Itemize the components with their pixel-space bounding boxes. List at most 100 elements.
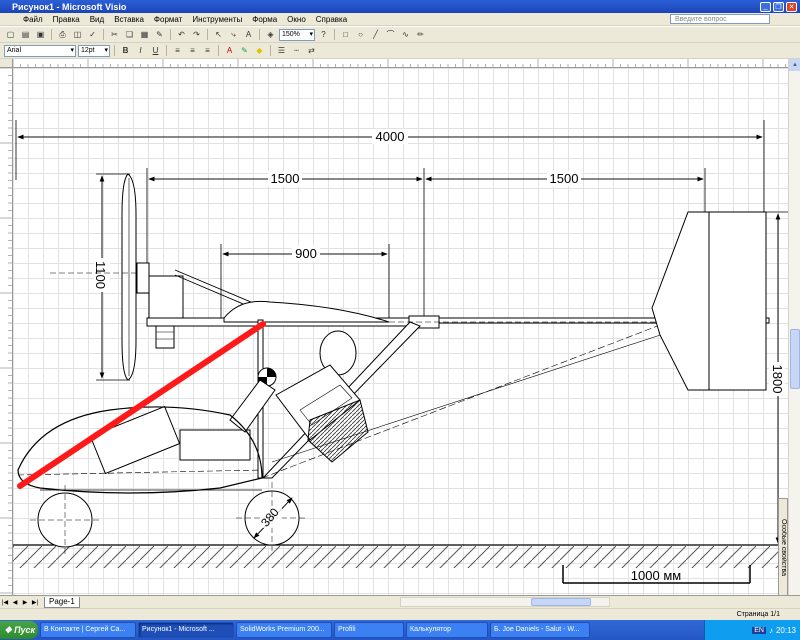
align-right-icon[interactable]: ≡ bbox=[201, 45, 214, 57]
spelling-icon[interactable]: ✓ bbox=[86, 29, 99, 41]
menu-edit[interactable]: Правка bbox=[48, 15, 85, 24]
start-button[interactable]: ❖ Пуск bbox=[0, 621, 38, 639]
autogyro-drawing: 4000 1500 1500 900 1100 1800 380 1000 мм bbox=[13, 120, 788, 584]
ground bbox=[13, 544, 788, 568]
taskbar-item-profili[interactable]: Profili bbox=[334, 622, 404, 638]
taskbar-item-solidworks[interactable]: SolidWorks Premium 200... bbox=[236, 622, 332, 638]
menu-tools[interactable]: Инструменты bbox=[187, 15, 247, 24]
dimension-tail-label: 1800 bbox=[770, 365, 785, 394]
title-bar: Рисунок1 - Microsoft Visio _ ❐ ✕ bbox=[0, 0, 800, 13]
bold-icon[interactable]: B bbox=[119, 45, 132, 57]
open-icon[interactable]: ▤ bbox=[19, 29, 32, 41]
dimension-total-label: 4000 bbox=[376, 129, 405, 144]
connector-tool-icon[interactable]: ⤷ bbox=[227, 29, 240, 41]
menu-insert[interactable]: Вставка bbox=[109, 15, 149, 24]
rotor-fairing bbox=[223, 300, 390, 323]
shapes-icon[interactable]: ◈ bbox=[264, 29, 277, 41]
standard-toolbar: ▢ ▤ ▣ ⎙ ◫ ✓ ✂ ❏ ▦ ✎ ↶ ↷ ↖ ⤷ A ◈ 150% ? □… bbox=[0, 27, 800, 43]
scroll-thumb[interactable] bbox=[790, 329, 800, 389]
line-weight-icon[interactable]: ☰ bbox=[275, 45, 288, 57]
font-combo[interactable]: Arial bbox=[4, 44, 76, 57]
italic-icon[interactable]: I bbox=[134, 45, 147, 57]
last-page-icon[interactable]: ▶| bbox=[30, 599, 40, 606]
taskbar-item-media[interactable]: Б. Joe Daniels - Salut - W... bbox=[490, 622, 590, 638]
pencil-tool-icon[interactable]: ✏ bbox=[414, 29, 427, 41]
first-page-icon[interactable]: |◀ bbox=[0, 599, 10, 606]
zoom-combo[interactable]: 150% bbox=[279, 28, 315, 41]
redo-icon[interactable]: ↷ bbox=[190, 29, 203, 41]
menu-view[interactable]: Вид bbox=[85, 15, 109, 24]
separator bbox=[170, 29, 171, 40]
drawing-canvas[interactable]: 4000 1500 1500 900 1100 1800 380 1000 мм bbox=[13, 68, 788, 595]
paste-icon[interactable]: ▦ bbox=[138, 29, 151, 41]
line-pattern-icon[interactable]: ┄ bbox=[290, 45, 303, 57]
rectangle-tool-icon[interactable]: □ bbox=[339, 29, 352, 41]
windows-logo-icon: ❖ bbox=[4, 624, 13, 635]
scroll-up-icon[interactable]: ▲ bbox=[789, 59, 800, 71]
vertical-ruler bbox=[0, 68, 13, 595]
separator bbox=[259, 29, 260, 40]
new-icon[interactable]: ▢ bbox=[4, 29, 17, 41]
underline-icon[interactable]: U bbox=[149, 45, 162, 57]
rotor-blade-highlight[interactable] bbox=[17, 321, 266, 489]
separator bbox=[166, 45, 167, 56]
text-tool-icon[interactable]: A bbox=[242, 29, 255, 41]
close-icon[interactable]: ✕ bbox=[786, 1, 797, 12]
freeform-tool-icon[interactable]: ∿ bbox=[399, 29, 412, 41]
tail-fin bbox=[651, 211, 767, 391]
separator bbox=[207, 29, 208, 40]
line-color-icon[interactable]: ✎ bbox=[238, 45, 251, 57]
print-icon[interactable]: ⎙ bbox=[56, 29, 69, 41]
copy-icon[interactable]: ❏ bbox=[123, 29, 136, 41]
taskbar-item-visio[interactable]: Рисунок1 - Microsoft ... bbox=[138, 622, 234, 638]
separator bbox=[103, 29, 104, 40]
minimize-icon[interactable]: _ bbox=[760, 1, 771, 12]
horizontal-scrollbar[interactable] bbox=[400, 597, 610, 607]
clock[interactable]: 20:13 bbox=[776, 626, 796, 635]
dimension-right-label: 1500 bbox=[550, 171, 579, 186]
taskbar-item-browser[interactable]: В Контакте | Сергей Са... bbox=[40, 622, 136, 638]
menu-shape[interactable]: Форма bbox=[247, 15, 282, 24]
vertical-scrollbar[interactable]: ▲ bbox=[788, 59, 800, 595]
maximize-icon[interactable]: ❐ bbox=[773, 1, 784, 12]
undo-icon[interactable]: ↶ bbox=[175, 29, 188, 41]
menu-bar: Файл Правка Вид Вставка Формат Инструмен… bbox=[0, 13, 800, 26]
speaker-icon[interactable]: ♪ bbox=[769, 626, 773, 635]
start-label: Пуск bbox=[14, 625, 36, 635]
scale-bar-label: 1000 мм bbox=[631, 568, 681, 583]
help-search-input[interactable]: Введите вопрос bbox=[670, 14, 770, 24]
cut-icon[interactable]: ✂ bbox=[108, 29, 121, 41]
menu-format[interactable]: Формат bbox=[149, 15, 187, 24]
prev-page-icon[interactable]: ◀ bbox=[10, 599, 20, 606]
language-indicator[interactable]: EN bbox=[752, 626, 766, 634]
line-ends-icon[interactable]: ⇄ bbox=[305, 45, 318, 57]
shape-properties-panel[interactable]: Особые свойства bbox=[778, 498, 788, 596]
system-tray: EN ♪ 20:13 bbox=[704, 620, 800, 640]
horizontal-ruler bbox=[13, 59, 788, 68]
next-page-icon[interactable]: ▶ bbox=[20, 599, 30, 606]
scroll-thumb[interactable] bbox=[531, 598, 591, 606]
pointer-tool-icon[interactable]: ↖ bbox=[212, 29, 225, 41]
ellipse-tool-icon[interactable]: ○ bbox=[354, 29, 367, 41]
line-tool-icon[interactable]: ╱ bbox=[369, 29, 382, 41]
help-icon[interactable]: ? bbox=[317, 29, 330, 41]
taskbar-item-calculator[interactable]: Калькулятор bbox=[406, 622, 488, 638]
font-color-icon[interactable]: A bbox=[223, 45, 236, 57]
menu-window[interactable]: Окно bbox=[282, 15, 311, 24]
arc-tool-icon[interactable]: ⌒ bbox=[384, 29, 397, 41]
tab-page-1[interactable]: Page-1 bbox=[44, 596, 80, 608]
font-size-combo[interactable]: 12pt bbox=[78, 44, 110, 57]
align-center-icon[interactable]: ≡ bbox=[186, 45, 199, 57]
save-icon[interactable]: ▣ bbox=[34, 29, 47, 41]
format-painter-icon[interactable]: ✎ bbox=[153, 29, 166, 41]
fill-color-icon[interactable]: ◆ bbox=[253, 45, 266, 57]
dimension-left-label: 1500 bbox=[271, 171, 300, 186]
preview-icon[interactable]: ◫ bbox=[71, 29, 84, 41]
separator bbox=[334, 29, 335, 40]
taskbar: ❖ Пуск В Контакте | Сергей Са... Рисунок… bbox=[0, 620, 800, 640]
align-left-icon[interactable]: ≡ bbox=[171, 45, 184, 57]
menu-file[interactable]: Файл bbox=[18, 15, 48, 24]
ruler-ticks bbox=[0, 68, 12, 594]
formatting-toolbar: Arial 12pt B I U ≡ ≡ ≡ A ✎ ◆ ☰ ┄ ⇄ bbox=[0, 43, 800, 59]
menu-help[interactable]: Справка bbox=[311, 15, 352, 24]
